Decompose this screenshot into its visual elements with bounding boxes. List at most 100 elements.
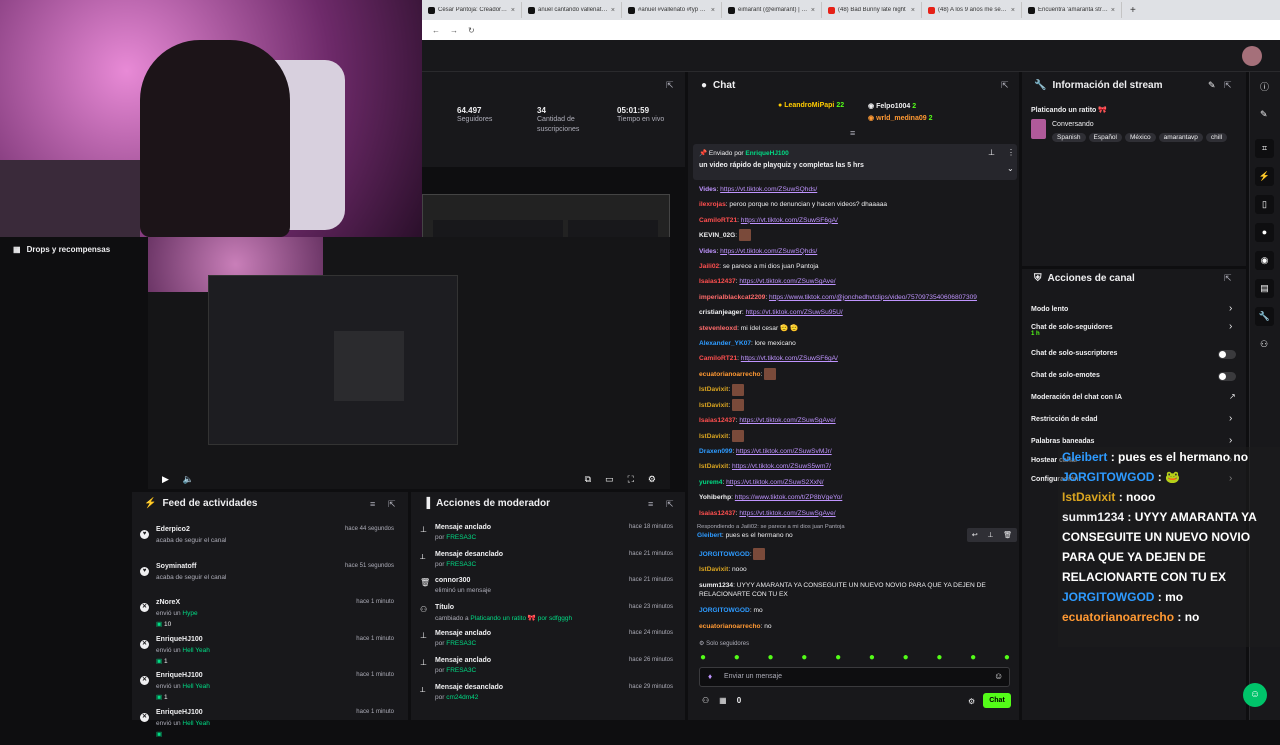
channel-action-5[interactable]: Restricción de edad	[1031, 416, 1098, 423]
chevron-right-icon[interactable]: ›	[1229, 303, 1232, 314]
chevron-right-icon[interactable]: ›	[1229, 435, 1232, 446]
chat-message[interactable]: ecuatorianoarrecho: no	[699, 619, 999, 634]
chat-message[interactable]: IstDavixit:	[699, 429, 1009, 444]
channel-action-0[interactable]: Modo lento	[1031, 306, 1068, 313]
emote-icon[interactable]: ●	[700, 652, 706, 666]
activity-item[interactable]: ♥ Soyminatoff hace 51 segundos acaba de seg…	[132, 563, 402, 599]
mic-icon[interactable]: ♦	[708, 672, 712, 681]
chat-username[interactable]: JORGITOWGOD	[699, 551, 750, 558]
popout-icon[interactable]: ⇱	[1224, 273, 1232, 284]
chat-username[interactable]: IstDavixit	[699, 386, 728, 393]
activity-username[interactable]: EnriqueHJ100	[156, 709, 203, 716]
activity-username[interactable]: Soyminatoff	[156, 563, 196, 570]
emote-icon[interactable]: ●	[1004, 652, 1010, 666]
mod-action-item[interactable]: ⊥ Mensaje anclado hace 26 minutos por FRESA…	[411, 657, 681, 683]
chat-username[interactable]: imperialblackcat2209	[699, 294, 765, 301]
expand-leaderboard-icon[interactable]: ≡	[850, 128, 855, 138]
chat-link[interactable]: https://www.tiktok.com/t/ZP8bVgeYo/	[735, 494, 843, 501]
chat-message[interactable]: KEVIN_02G:	[699, 228, 1009, 243]
stream-tag[interactable]: chill	[1205, 133, 1228, 142]
emote-icon[interactable]: ●	[768, 652, 774, 666]
chat-message[interactable]: IstDavixit: https://vt.tiktok.com/ZSuwS5…	[699, 459, 1009, 474]
chat-username[interactable]: JORGITOWGOD	[699, 607, 750, 614]
emoji-icon[interactable]: ☺	[994, 671, 1003, 681]
pinned-message[interactable]: 📌 Enviado por EnriqueHJ100 un video rápi…	[693, 144, 1017, 180]
browser-tab[interactable]: (48) Bad Bunny late night ×	[822, 2, 922, 18]
chat-message[interactable]: Draxen099: https://vt.tiktok.com/ZSuwSvM…	[699, 444, 1009, 459]
store-icon[interactable]: ▤	[1255, 279, 1274, 298]
chat-message[interactable]: Alexander_YK07: lore mexicano	[699, 336, 1009, 351]
channel-action-2[interactable]: Chat de solo-suscriptores	[1031, 350, 1117, 357]
chat-link[interactable]: https://vt.tiktok.com/ZSuwSgAve/	[739, 510, 835, 517]
activity-username[interactable]: Ederpico2	[156, 526, 190, 533]
close-icon[interactable]: ×	[1011, 7, 1015, 14]
chat-message[interactable]: Isaias12437: https://vt.tiktok.com/ZSuwS…	[699, 506, 1009, 521]
filter-icon[interactable]: ≡	[370, 499, 375, 509]
avatar[interactable]	[1242, 46, 1262, 66]
chat-username[interactable]: Isaias12437	[699, 510, 736, 517]
fullscreen-icon[interactable]: ⛶	[628, 474, 634, 485]
stream-preview[interactable]	[148, 237, 670, 489]
chat-link[interactable]: https://www.tiktok.com/@jonchedhvtclips/…	[769, 294, 977, 301]
chat-message[interactable]: CamiloRT21: https://vt.tiktok.com/ZSuwSF…	[699, 351, 1009, 366]
close-icon[interactable]: ×	[511, 7, 515, 14]
emote-icon[interactable]: ●	[801, 652, 807, 666]
mod-action-item[interactable]: ⊥ Mensaje anclado hace 24 minutos por FRESA…	[411, 630, 681, 656]
gift-icon[interactable]: ▦	[719, 696, 727, 705]
chat-settings-icon[interactable]: ⚙	[968, 697, 975, 706]
stream-tag[interactable]: amarantavp	[1158, 133, 1203, 142]
drops-link[interactable]: ▦ Drops y recompensas	[13, 245, 110, 254]
chat-username[interactable]: Alexander_YK07	[699, 340, 751, 347]
chevron-down-icon[interactable]: ⌄	[1007, 164, 1014, 173]
chat-link[interactable]: https://vt.tiktok.com/ZSuwSgAve/	[739, 417, 835, 424]
close-icon[interactable]: ×	[611, 7, 615, 14]
wrench-icon[interactable]: 🔧	[1255, 307, 1274, 326]
chat-message[interactable]: Isaias12437: https://vt.tiktok.com/ZSuwS…	[699, 413, 1009, 428]
browser-tab[interactable]: Encuentra 'amaranta stream ×	[1022, 2, 1122, 18]
chat-message[interactable]: ilexrojas: peroo porque no denuncian y h…	[699, 197, 1009, 212]
chat-message[interactable]: JORGITOWGOD:	[699, 547, 999, 562]
chat-username[interactable]: ilexrojas	[699, 201, 726, 208]
back-icon[interactable]: ←	[432, 26, 440, 35]
category-name[interactable]: Conversando	[1052, 121, 1094, 128]
chat-username[interactable]: cristianjeager	[699, 309, 742, 316]
chat-username[interactable]: ecuatorianoarrecho	[699, 371, 761, 378]
chat-username[interactable]: CamiloRT21	[699, 217, 737, 224]
chat-message[interactable]: IstDavixit:	[699, 398, 1009, 413]
close-icon[interactable]: ×	[911, 7, 915, 14]
chat-message[interactable]: stevenleoxd: mi ídel cesar 🫡 🫡	[699, 321, 1009, 336]
unpin-icon[interactable]: ⊥	[988, 148, 995, 157]
chat-link[interactable]: https://vt.tiktok.com/ZSuwSvMJr/	[736, 448, 832, 455]
close-icon[interactable]: ×	[811, 7, 815, 14]
chat-username[interactable]: Isaias12437	[699, 417, 736, 424]
theater-icon[interactable]: ▭	[605, 474, 614, 485]
edit-icon[interactable]: ✎	[1208, 80, 1216, 91]
chat-username[interactable]: Yohiberhp	[699, 494, 731, 501]
chat-message[interactable]: ecuatorianoarrecho:	[699, 367, 1009, 382]
mod-action-item[interactable]: ⟂ Mensaje desanclado hace 21 minutos por FR…	[411, 551, 681, 577]
activity-username[interactable]: zNoreX	[156, 599, 180, 606]
activity-username[interactable]: EnriqueHJ100	[156, 636, 203, 643]
stream-tag[interactable]: Español	[1088, 133, 1122, 142]
users-icon[interactable]: ⚇	[1260, 339, 1268, 350]
chevron-right-icon[interactable]: ›	[1229, 413, 1232, 424]
chat-message[interactable]: Yohiberhp: https://www.tiktok.com/t/ZP8b…	[699, 490, 1009, 505]
chat-link[interactable]: https://vt.tiktok.com/ZSuwSQhds/	[720, 186, 817, 193]
more-icon[interactable]: ⋮	[1007, 148, 1015, 157]
delete-icon[interactable]: 🗑	[1003, 531, 1012, 539]
browser-tab[interactable]: eimarant (@eimarant) | TikTo ×	[722, 2, 822, 18]
emote-icon[interactable]: ●	[970, 652, 976, 666]
channel-action-4[interactable]: Moderación del chat con IA	[1031, 394, 1122, 401]
reload-icon[interactable]: ↻	[468, 26, 475, 35]
chat-username[interactable]: Vides	[699, 186, 716, 193]
chat-username[interactable]: summ1234	[699, 582, 733, 589]
chat-message[interactable]: imperialblackcat2209: https://www.tiktok…	[699, 290, 1009, 305]
close-icon[interactable]: ×	[1111, 7, 1115, 14]
chat-username[interactable]: ecuatorianoarrecho	[699, 623, 761, 630]
chat-link[interactable]: https://vt.tiktok.com/ZSuwSQhds/	[720, 248, 817, 255]
activity-item[interactable]: ✕ EnriqueHJ100 hace 1 minuto envió un Hell …	[132, 672, 402, 708]
chat-message[interactable]: CamiloRT21: https://vt.tiktok.com/ZSuwSF…	[699, 213, 1009, 228]
pencil-icon[interactable]: ✎	[1260, 109, 1268, 120]
chat-message[interactable]: IstDavixit:	[699, 382, 1009, 397]
popout-icon[interactable]: ⇱	[388, 499, 396, 510]
